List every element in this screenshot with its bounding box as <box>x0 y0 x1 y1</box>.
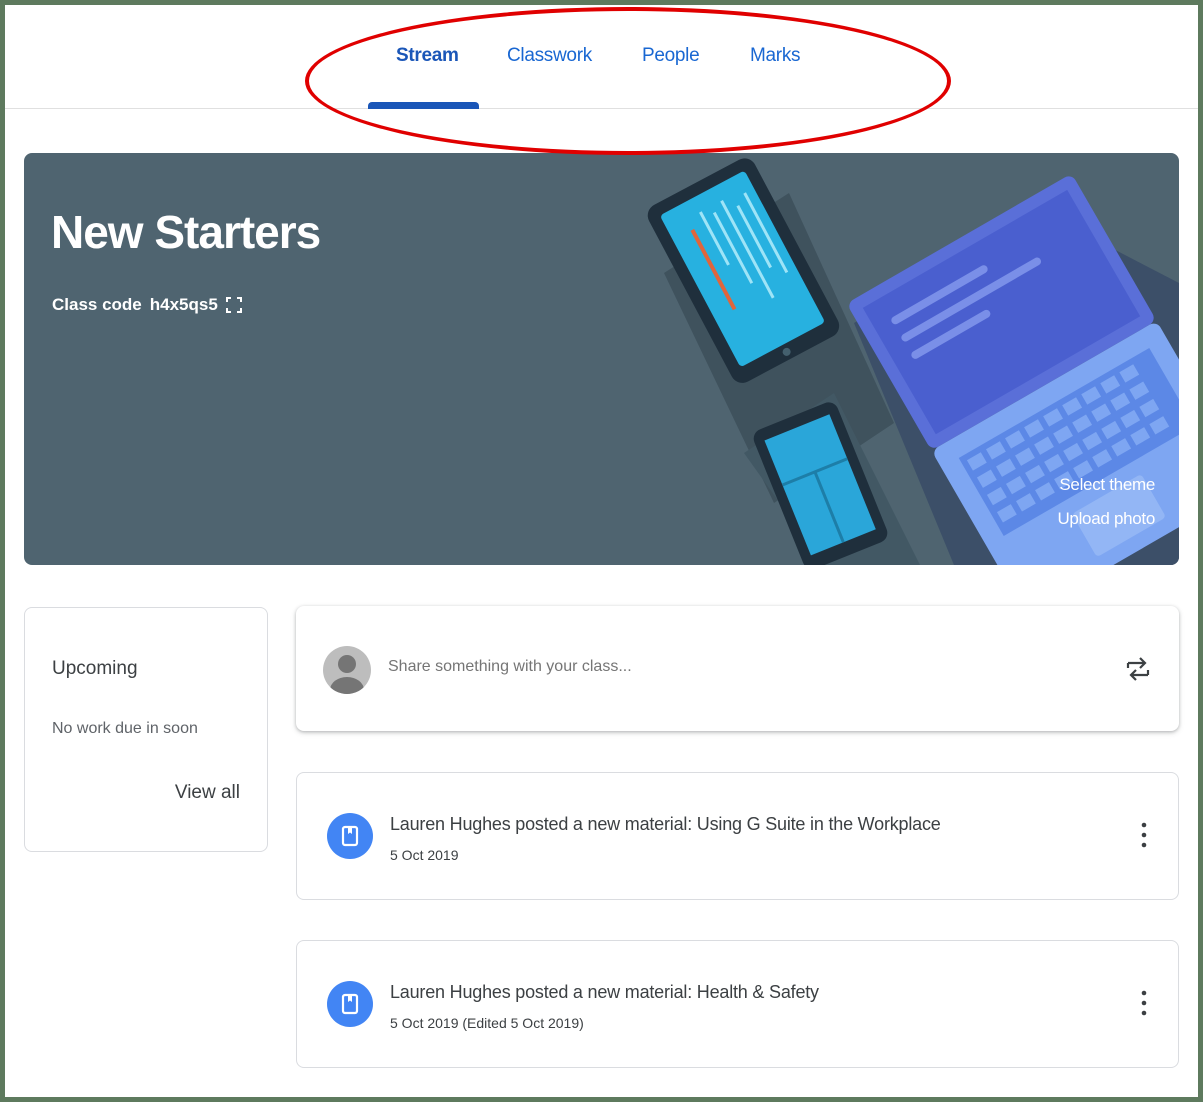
share-box[interactable] <box>296 606 1179 731</box>
tab-stream[interactable]: Stream <box>396 45 459 67</box>
upcoming-title: Upcoming <box>52 658 138 679</box>
active-tab-indicator <box>368 102 479 109</box>
class-code-label: Class code <box>52 295 142 314</box>
upcoming-card: Upcoming No work due in soon View all <box>24 607 268 852</box>
post-title: Lauren Hughes posted a new material: Hea… <box>390 982 819 1002</box>
tab-classwork[interactable]: Classwork <box>507 45 592 67</box>
material-icon <box>327 981 373 1027</box>
more-vert-icon[interactable] <box>1140 820 1148 850</box>
class-code-row: Class code h4x5qs5 <box>52 295 242 315</box>
stream-post[interactable]: Lauren Hughes posted a new material: Usi… <box>296 772 1179 900</box>
fullscreen-icon[interactable] <box>225 297 242 313</box>
tab-people[interactable]: People <box>642 45 700 67</box>
tab-marks[interactable]: Marks <box>750 45 801 67</box>
more-vert-icon[interactable] <box>1140 988 1148 1018</box>
avatar <box>323 646 371 694</box>
tab-bar: Stream Classwork People Marks <box>5 5 1198 109</box>
select-theme-link[interactable]: Select theme <box>1059 475 1155 495</box>
classroom-page: Stream Classwork People Marks New Starte… <box>5 5 1198 1097</box>
stream-post[interactable]: Lauren Hughes posted a new material: Hea… <box>296 940 1179 1068</box>
view-all-link[interactable]: View all <box>175 782 240 804</box>
post-date: 5 Oct 2019 <box>390 847 459 863</box>
post-title: Lauren Hughes posted a new material: Usi… <box>390 814 941 834</box>
share-input[interactable] <box>388 658 1088 676</box>
class-banner: New Starters Class code h4x5qs5 Select t… <box>24 153 1179 565</box>
post-date: 5 Oct 2019 (Edited 5 Oct 2019) <box>390 1015 584 1031</box>
repost-icon[interactable] <box>1125 652 1151 686</box>
class-title: New Starters <box>51 206 321 258</box>
class-code-value: h4x5qs5 <box>149 295 218 314</box>
material-icon <box>327 813 373 859</box>
upload-photo-link[interactable]: Upload photo <box>1057 509 1155 529</box>
person-icon <box>330 655 364 694</box>
upcoming-empty-text: No work due in soon <box>52 720 198 737</box>
banner-illustration <box>647 158 1179 565</box>
